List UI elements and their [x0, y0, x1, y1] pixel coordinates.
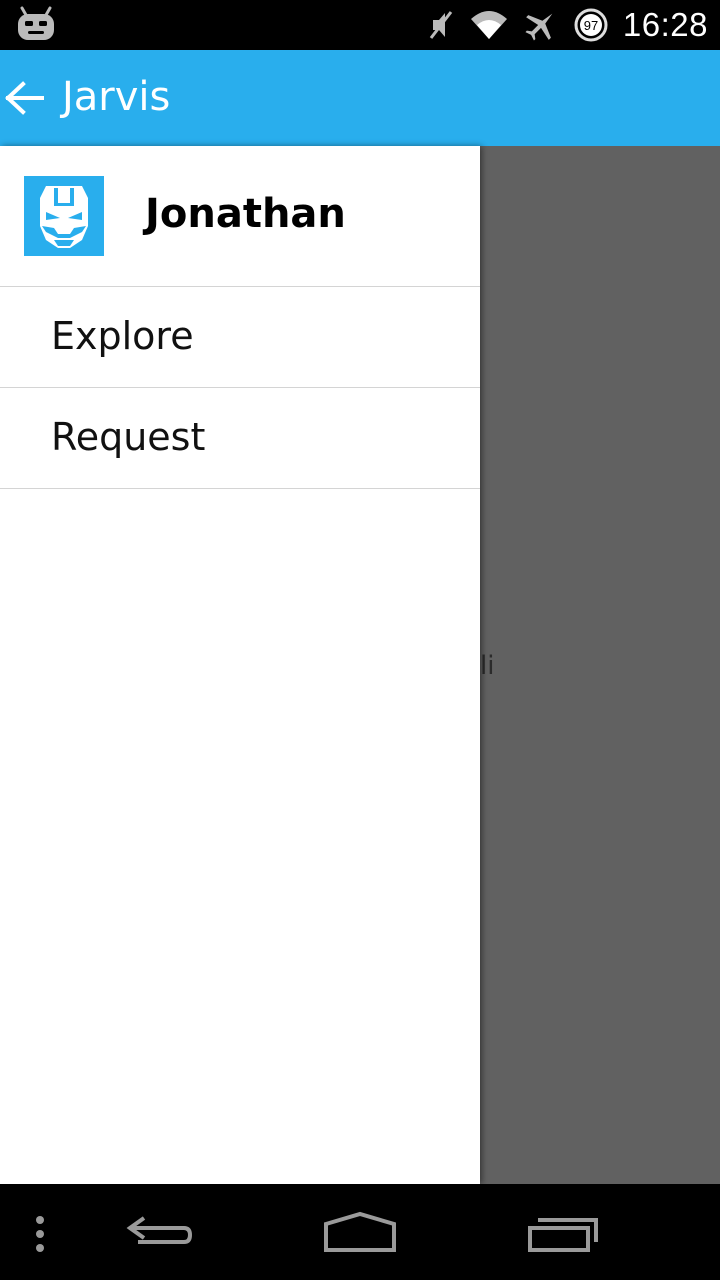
user-name: Jonathan — [145, 191, 346, 237]
avatar — [24, 176, 104, 256]
iron-man-helmet-icon — [40, 186, 88, 248]
drawer-item-label: Request — [51, 415, 206, 459]
drawer-item-label: Explore — [51, 314, 194, 358]
content-partial-text: li — [480, 651, 495, 681]
svg-text:97: 97 — [584, 18, 598, 33]
app-title: Jarvis — [62, 74, 171, 120]
back-icon[interactable] — [124, 1208, 196, 1256]
status-bar: 97 16:28 — [0, 0, 720, 50]
airplane-icon — [525, 13, 553, 41]
drawer-item-request[interactable]: Request — [0, 388, 480, 489]
cyanogen-mod-icon — [18, 6, 54, 40]
wifi-icon — [470, 11, 507, 39]
battery-icon: 97 — [574, 8, 608, 42]
recents-icon[interactable] — [524, 1208, 600, 1256]
drawer-item-explore[interactable]: Explore — [0, 287, 480, 388]
app-bar: Jarvis — [0, 50, 720, 146]
drawer-profile[interactable]: Jonathan — [0, 146, 480, 287]
home-icon[interactable] — [322, 1208, 398, 1256]
system-nav-bar — [0, 1184, 720, 1280]
menu-dots-icon[interactable] — [30, 1208, 50, 1256]
muted-icon — [429, 11, 453, 39]
navigation-drawer: Jonathan Explore Request — [0, 146, 480, 1184]
status-clock: 16:28 — [622, 6, 708, 43]
back-arrow-icon[interactable] — [4, 78, 46, 118]
